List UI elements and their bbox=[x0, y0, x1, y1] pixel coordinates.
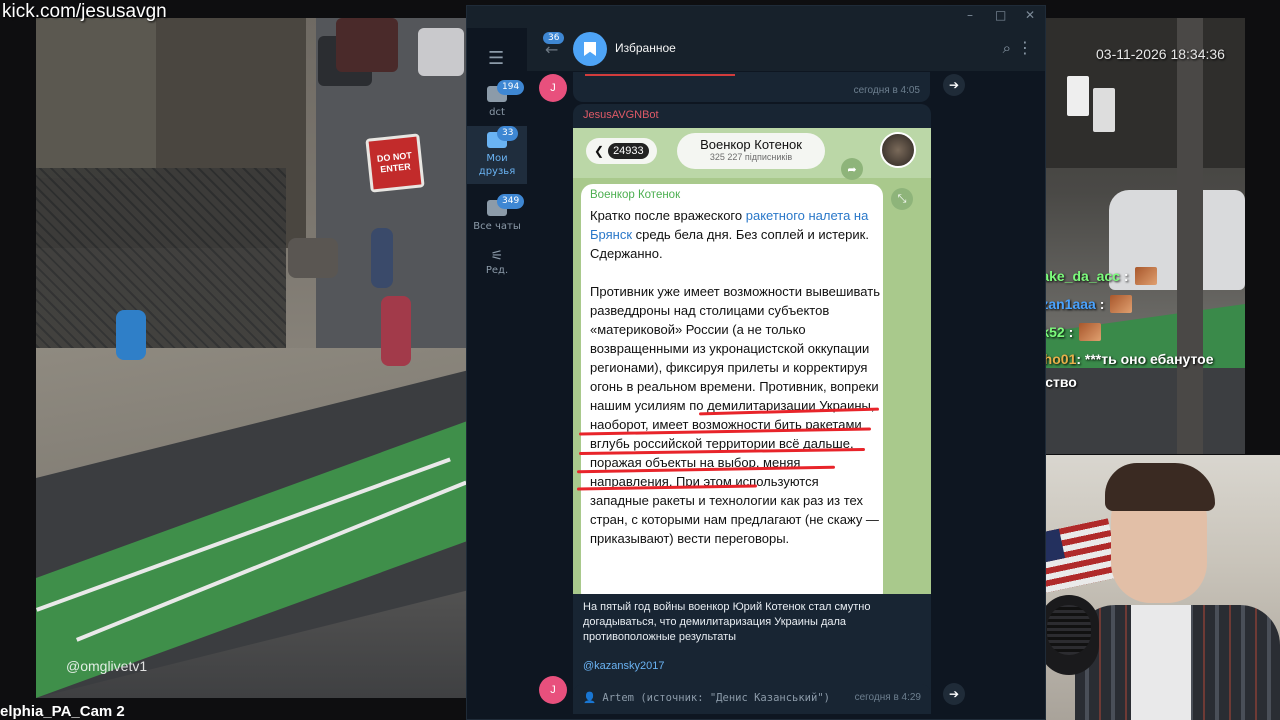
building-facade bbox=[36, 18, 156, 178]
chat-overlay: shake_da_acc : Lazan1aaa : Jok52 : Nikih… bbox=[1018, 262, 1280, 394]
chat-title[interactable]: Избранное bbox=[615, 41, 676, 55]
chevron-left-icon: ❮ bbox=[594, 144, 605, 158]
forward-icon[interactable]: ➔ bbox=[943, 74, 965, 96]
screenshot-channel-header: Военкор Котенок 325 227 підписників bbox=[677, 133, 825, 169]
message-time: сегодня в 4:29 bbox=[854, 692, 921, 703]
parked-car bbox=[418, 28, 464, 76]
folder-label: Все чаты bbox=[473, 221, 521, 232]
person bbox=[288, 238, 338, 278]
post-text-part: Кратко после вражеского bbox=[590, 208, 746, 223]
person bbox=[371, 228, 393, 288]
person bbox=[381, 296, 411, 366]
chat-message: Nikiho01: ***ть оно ебанутое ущество bbox=[1018, 348, 1280, 394]
message-bubble: JesusAVGNBot ❮ 24933 Военкор Котенок 325… bbox=[573, 104, 931, 704]
folder-edit[interactable]: ⚟ Ред. bbox=[467, 246, 527, 288]
avatar[interactable]: J bbox=[539, 74, 567, 102]
window-titlebar: – □ ✕ bbox=[467, 6, 1045, 28]
chat-colon: : bbox=[1068, 324, 1074, 340]
telegram-window: – □ ✕ ☰ 194 dct 33 Мои друзья 349 Все ча… bbox=[466, 5, 1046, 720]
sliders-icon: ⚟ bbox=[490, 248, 504, 264]
camera-watermark: @omglivetv1 bbox=[66, 658, 148, 674]
minimize-button[interactable]: – bbox=[967, 8, 973, 22]
street-sign bbox=[1067, 76, 1089, 116]
street-sign bbox=[1093, 88, 1115, 132]
folder-label: dct bbox=[489, 107, 505, 118]
chat-colon: : bbox=[1123, 268, 1129, 284]
folder-label: Ред. bbox=[485, 265, 509, 276]
message-signature: 👤 Artem (источник: "Денис Казанський") bbox=[583, 692, 830, 704]
emote-icon bbox=[1079, 323, 1102, 341]
chat-header: ← 36 Избранное ⌕ ⋮ bbox=[527, 28, 1045, 72]
parked-car bbox=[336, 18, 398, 72]
post-text-part: средь бела дня. Без соплей и истерик. Сд… bbox=[590, 227, 869, 261]
message-caption: На пятый год войны военкор Юрий Котенок … bbox=[583, 601, 871, 643]
hamburger-icon[interactable]: ☰ bbox=[488, 48, 504, 69]
emote-icon bbox=[1110, 295, 1133, 313]
channel-name: Военкор Котенок bbox=[700, 137, 802, 152]
do-not-enter-sign: DO NOT ENTER bbox=[365, 133, 425, 193]
sender-name[interactable]: JesusAVGNBot bbox=[583, 109, 659, 121]
camera-timestamp: 03-11-2026 18:34:36 bbox=[1096, 46, 1225, 62]
stream-url: kick.com/jesusavgn bbox=[2, 1, 167, 22]
message-footer: 👤 Artem (источник: "Денис Казанський") с… bbox=[573, 684, 931, 714]
folder-dct[interactable]: 194 dct bbox=[467, 80, 527, 122]
mic-grill bbox=[1047, 605, 1091, 655]
saved-messages-icon bbox=[573, 32, 607, 66]
post-paragraph: Кратко после вражеского ракетного налета… bbox=[590, 206, 880, 263]
microphone-icon bbox=[1039, 595, 1099, 675]
post-paragraph: Противник уже имеет возможности вывешива… bbox=[590, 284, 880, 546]
more-options-icon[interactable]: ⋮ bbox=[1017, 38, 1033, 57]
unread-badge: 36 bbox=[543, 32, 565, 44]
maximize-button[interactable]: □ bbox=[995, 8, 1006, 22]
chain-fence bbox=[36, 168, 286, 358]
red-underline bbox=[585, 74, 735, 76]
message-time: сегодня в 4:05 bbox=[853, 85, 920, 96]
chat-text: : ***ть оно ебанутое bbox=[1076, 351, 1214, 367]
unread-count: 24933 bbox=[608, 143, 649, 159]
chat-colon: : bbox=[1099, 296, 1105, 312]
channel-avatar bbox=[880, 132, 916, 168]
sign-text: DO NOT ENTER bbox=[368, 136, 422, 190]
avatar[interactable]: J bbox=[539, 676, 567, 704]
post-author: Военкор Котенок bbox=[590, 189, 681, 201]
screenshot-post-card: Военкор Котенок Кратко после вражеского … bbox=[581, 184, 883, 594]
streamer-shirt bbox=[1131, 605, 1191, 720]
folder-my-friends[interactable]: 33 Мои друзья bbox=[467, 126, 527, 184]
bookmark-icon bbox=[584, 42, 596, 56]
unread-badge: 349 bbox=[497, 194, 525, 209]
chat-line: Lazan1aaa : bbox=[1018, 290, 1280, 318]
share-icon: ➦ bbox=[841, 158, 863, 180]
folder-all-chats[interactable]: 349 Все чаты bbox=[467, 194, 527, 238]
close-button[interactable]: ✕ bbox=[1025, 8, 1035, 22]
camera-label: elphia_PA_Cam 2 bbox=[0, 703, 125, 720]
channel-link[interactable]: @kazansky2017 bbox=[583, 660, 665, 672]
chat-line: Jok52 : bbox=[1018, 318, 1280, 346]
collapse-icon: ⤡ bbox=[891, 188, 913, 210]
search-icon[interactable]: ⌕ bbox=[1003, 39, 1011, 57]
unread-badge: 33 bbox=[497, 126, 519, 141]
street-camera-feed-left: DO NOT ENTER bbox=[36, 18, 466, 698]
channel-subscribers: 325 227 підписників bbox=[709, 152, 793, 162]
streamer-hair bbox=[1105, 463, 1215, 511]
screenshot-back-pill: ❮ 24933 bbox=[586, 138, 657, 164]
message-list: сегодня в 4:05 J ➔ JesusAVGNBot ❮ 24933 … bbox=[527, 72, 1045, 719]
emote-icon bbox=[1134, 267, 1157, 285]
folder-rail: ☰ 194 dct 33 Мои друзья 349 Все чаты ⚟ Р… bbox=[467, 28, 527, 719]
stream-frame: DO NOT ENTER @omglivetv1 elphia_PA_Cam 2… bbox=[0, 0, 1280, 720]
folder-label: Мои друзья bbox=[478, 153, 516, 177]
unread-badge: 194 bbox=[497, 80, 525, 95]
forward-icon[interactable]: ➔ bbox=[943, 683, 965, 705]
post-text: Кратко после вражеского ракетного налета… bbox=[590, 206, 880, 567]
previous-message: сегодня в 4:05 bbox=[573, 72, 930, 102]
forwarded-screenshot[interactable]: ❮ 24933 Военкор Котенок 325 227 підписни… bbox=[573, 128, 931, 594]
chat-line: shake_da_acc : bbox=[1018, 262, 1280, 290]
person bbox=[116, 310, 146, 360]
